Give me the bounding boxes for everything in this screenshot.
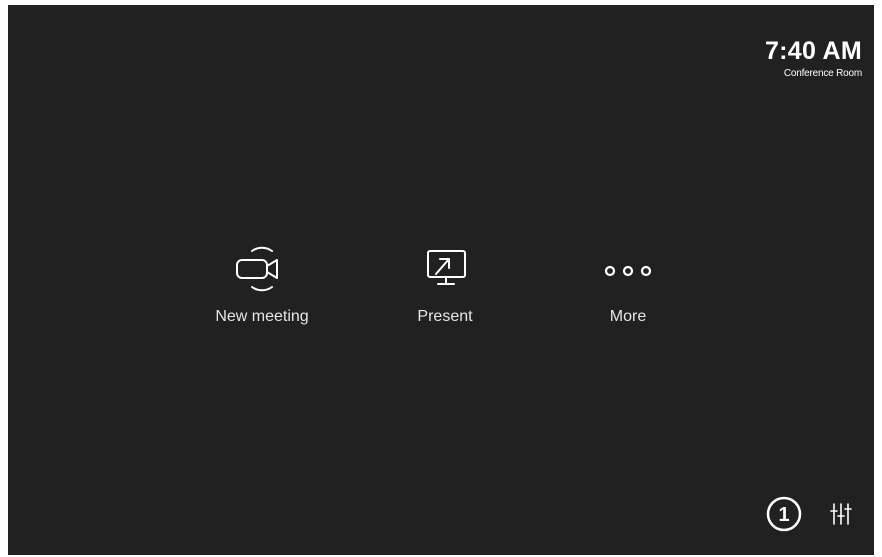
sliders-icon[interactable] xyxy=(829,502,853,526)
status-clock: 7:40 AM Conference Room xyxy=(765,37,862,81)
room-name: Conference Room xyxy=(783,68,862,79)
video-camera-icon xyxy=(236,246,278,292)
notification-badge-icon[interactable]: 1 xyxy=(765,495,803,533)
more-button[interactable]: More xyxy=(558,241,698,327)
new-meeting-button[interactable]: New meeting xyxy=(192,241,332,327)
room-home-screen: 7:40 AM Conference Room New meeting Pres… xyxy=(8,5,874,555)
present-button[interactable]: Present xyxy=(375,241,515,327)
current-time: 7:40 AM xyxy=(764,37,862,65)
home-actions: New meeting Present More xyxy=(8,241,874,331)
more-dots-icon xyxy=(604,265,652,277)
present-screen-icon xyxy=(427,250,466,285)
notification-count: 1 xyxy=(778,504,789,526)
present-label: Present xyxy=(417,308,473,325)
new-meeting-label: New meeting xyxy=(215,308,309,325)
more-label: More xyxy=(609,308,647,325)
